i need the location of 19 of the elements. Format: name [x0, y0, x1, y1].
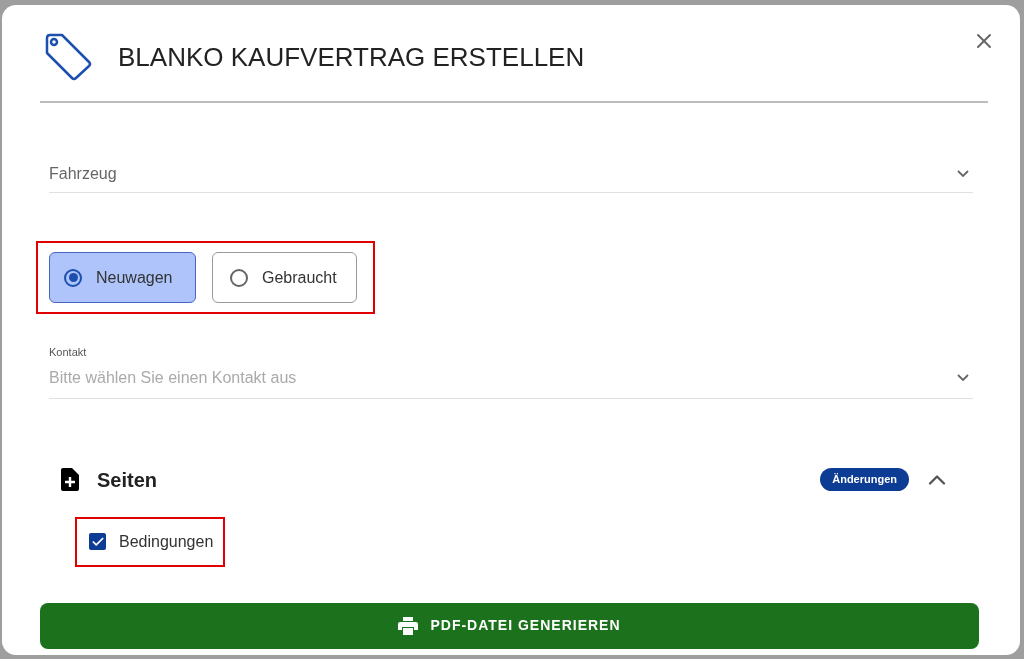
printer-icon [398, 616, 419, 635]
chevron-down-icon [957, 374, 969, 381]
tag-icon [44, 33, 92, 81]
checkbox-label: Bedingungen [119, 531, 214, 552]
radio-icon [64, 268, 82, 287]
section-title: Seiten [97, 467, 158, 493]
changes-badge: Änderungen [820, 468, 909, 491]
checkbox[interactable] [89, 533, 106, 550]
vehicle-select[interactable]: Fahrzeug [49, 155, 973, 193]
field-label: Kontakt [49, 345, 88, 360]
chevron-down-icon [957, 170, 969, 177]
contact-select[interactable]: Kontakt Bitte wählen Sie einen Kontakt aus [49, 344, 973, 399]
file-plus-icon [61, 468, 79, 491]
placeholder-text: Bitte wählen Sie einen Kontakt aus [49, 367, 297, 388]
radio-icon [230, 268, 248, 287]
dialog-title: BLANKO KAUFVERTRAG ERSTELLEN [118, 40, 585, 74]
generate-pdf-button[interactable]: PDF-DATEI GENERIEREN [40, 602, 979, 649]
radio-option[interactable]: Gebraucht [212, 252, 357, 303]
radio-option[interactable]: Neuwagen [49, 252, 196, 303]
